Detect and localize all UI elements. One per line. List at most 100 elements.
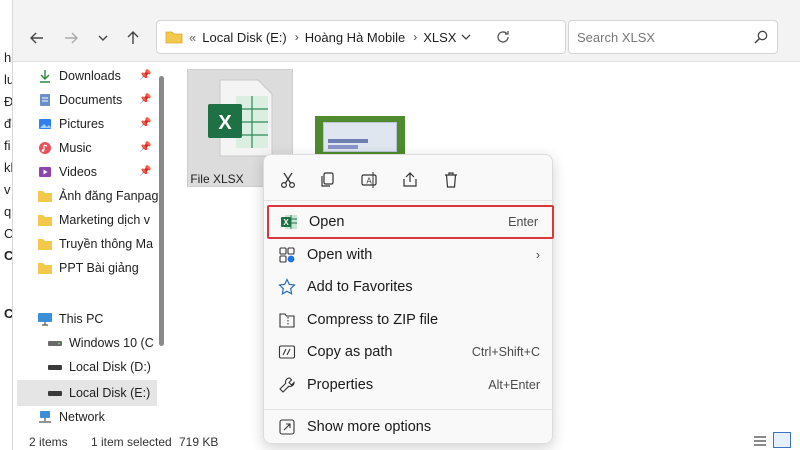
image-file-thumbnail[interactable] [315, 116, 405, 156]
thumbnail-bar [328, 145, 358, 149]
cut-icon[interactable] [275, 167, 301, 193]
delete-icon[interactable] [438, 167, 464, 193]
sidebar-item-folder[interactable]: PPT Bài giảng [37, 257, 159, 279]
status-size: 719 KB [179, 435, 219, 449]
sidebar-item-label: Pictures [59, 117, 105, 131]
back-button[interactable] [25, 26, 49, 50]
sidebar-item-folder[interactable]: Truyền thông Ma [37, 233, 159, 255]
chevron-right-icon[interactable]: › [295, 30, 299, 44]
sidebar-item-label: Documents [59, 93, 123, 107]
chevron-right-icon[interactable]: › [413, 30, 417, 44]
sidebar-item-label: Music [59, 141, 92, 155]
path-icon [278, 343, 296, 361]
menu-item-label: Open [309, 214, 345, 230]
pin-icon[interactable]: 📌 [139, 142, 151, 153]
sidebar-item-label: Ảnh đăng Fanpag [59, 189, 159, 203]
download-icon [37, 68, 53, 84]
sidebar-item-drive[interactable]: Windows 10 (C [47, 332, 159, 354]
copy-icon[interactable] [314, 167, 340, 193]
rename-icon[interactable]: A [356, 167, 382, 193]
share-icon[interactable] [397, 167, 423, 193]
bg-line: v [4, 182, 11, 197]
menu-item-open[interactable]: X Open Enter [267, 205, 554, 239]
more-options-icon [278, 418, 296, 436]
folder-icon [37, 188, 53, 204]
menu-item-copy-as-path[interactable]: Copy as path Ctrl+Shift+C [264, 336, 554, 368]
sidebar-item-drive[interactable]: Local Disk (D:) [47, 356, 159, 378]
sidebar-item-label: Local Disk (E:) [69, 386, 151, 400]
sidebar-item-label: PPT Bài giảng [59, 261, 139, 275]
refresh-icon[interactable] [495, 29, 511, 48]
bg-line: đ [4, 116, 12, 131]
pictures-icon [37, 116, 53, 132]
menu-item-open-with[interactable]: Open with › [264, 239, 554, 271]
folder-icon [165, 31, 183, 44]
bg-line: fi [4, 138, 11, 153]
bg-line: q [4, 204, 12, 219]
sidebar-item-drive-selected[interactable]: Local Disk (E:) [47, 382, 159, 404]
sidebar-item-pictures[interactable]: Pictures [37, 113, 104, 135]
sidebar-item-videos[interactable]: Videos [37, 161, 97, 183]
sidebar-item-this-pc[interactable]: This PC [37, 308, 103, 330]
sidebar-item-label: Truyền thông Ma [59, 237, 154, 251]
network-icon [37, 409, 53, 425]
menu-item-compress-zip[interactable]: Compress to ZIP file [264, 304, 554, 336]
file-name[interactable]: File XLSX [187, 172, 247, 186]
pin-icon[interactable]: 📌 [139, 166, 151, 177]
sidebar-item-folder[interactable]: Ảnh đăng Fanpag [37, 185, 159, 207]
menu-item-label: Copy as path [307, 344, 393, 360]
sidebar-scrollbar[interactable] [159, 76, 164, 346]
sidebar-item-label: Local Disk (D:) [69, 360, 151, 374]
forward-button[interactable] [59, 26, 83, 50]
menu-item-shortcut: Ctrl+Shift+C [471, 345, 540, 359]
pin-icon[interactable]: 📌 [139, 94, 151, 105]
menu-item-label: Show more options [307, 419, 432, 435]
search-icon[interactable] [753, 29, 769, 48]
documents-icon [37, 92, 53, 108]
recent-locations-button[interactable] [91, 26, 115, 50]
context-menu: A X Open Enter Open with › Add to Favori… [263, 154, 554, 444]
drive-icon [47, 335, 63, 351]
details-view-icon[interactable] [753, 434, 767, 450]
pc-icon [37, 311, 53, 327]
sidebar-item-music[interactable]: Music [37, 137, 92, 159]
menu-item-show-more-options[interactable]: Show more options [264, 411, 554, 443]
search-placeholder: Search XLSX [577, 29, 656, 45]
bg-line: h [4, 50, 12, 65]
excel-file-icon: X [208, 79, 273, 157]
menu-item-properties[interactable]: Properties Alt+Enter [264, 369, 554, 401]
menu-item-add-to-favorites[interactable]: Add to Favorites [264, 271, 554, 303]
folder-icon [37, 236, 53, 252]
breadcrumb-segment[interactable]: Hoàng Hà Mobile [305, 30, 405, 45]
excel-icon: X [280, 213, 298, 231]
sidebar-item-network[interactable]: Network [37, 406, 105, 428]
sidebar-item-folder[interactable]: Marketing dịch v [37, 209, 159, 231]
sidebar-item-label: This PC [59, 312, 104, 326]
menu-item-shortcut: Alt+Enter [488, 378, 540, 392]
menu-divider [264, 200, 554, 201]
pin-icon[interactable]: 📌 [139, 118, 151, 129]
address-overflow[interactable]: « [189, 30, 196, 45]
svg-text:X: X [283, 218, 289, 227]
menu-item-label: Properties [307, 377, 374, 393]
menu-item-label: Add to Favorites [307, 279, 413, 295]
navigation-pane: Downloads 📌 Documents 📌 Pictures 📌 Music… [13, 62, 167, 432]
pin-icon[interactable]: 📌 [139, 70, 151, 81]
breadcrumb-segment[interactable]: Local Disk (E:) [202, 30, 287, 45]
arrow-up-icon [127, 31, 139, 44]
breadcrumb-segment[interactable]: XLSX [423, 30, 456, 45]
sidebar-item-label: Network [59, 410, 105, 424]
search-input[interactable]: Search XLSX [568, 20, 778, 54]
sidebar-item-label: Downloads [59, 69, 121, 83]
tiles-view-icon[interactable] [773, 432, 791, 448]
thumbnail-bar [328, 139, 368, 143]
sidebar-item-documents[interactable]: Documents [37, 89, 122, 111]
address-dropdown-icon[interactable] [459, 30, 473, 47]
up-button[interactable] [121, 26, 145, 50]
open-with-icon [278, 246, 296, 264]
sidebar-item-downloads[interactable]: Downloads [37, 65, 121, 87]
drive-icon [47, 359, 63, 375]
menu-item-label: Open with [307, 247, 373, 263]
arrow-right-icon [65, 32, 78, 44]
address-bar[interactable]: « Local Disk (E:) › Hoàng Hà Mobile › XL… [156, 20, 566, 54]
